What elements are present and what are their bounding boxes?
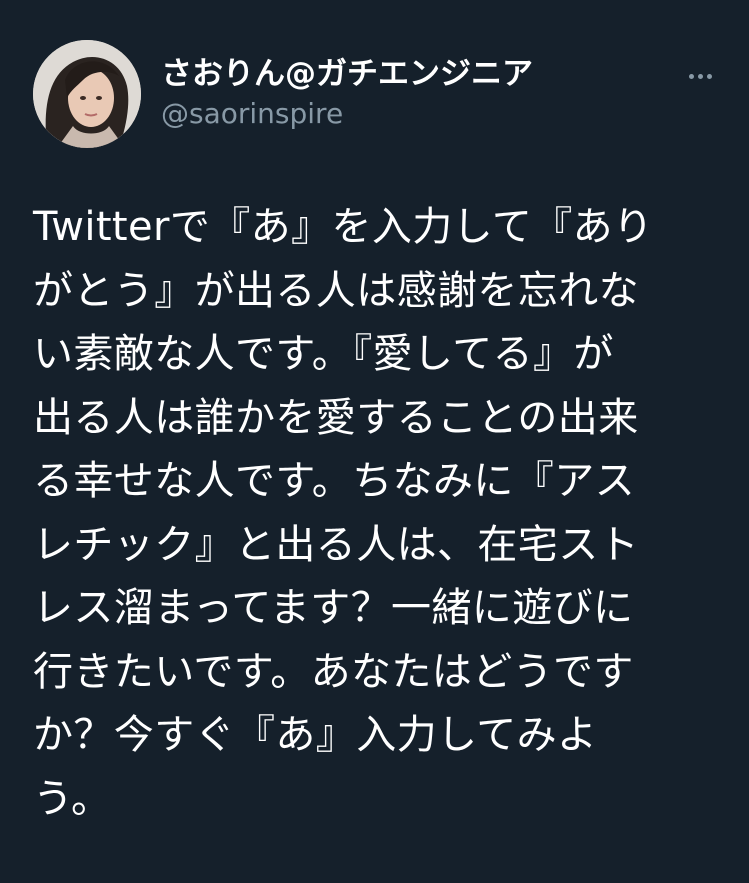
more-dots-icon[interactable] [684, 60, 716, 92]
tweet-text: Twitterで『あ』を入力して『あり がとう』が出る人は感謝を忘れな い素敵な… [33, 196, 723, 831]
tweet-line: い素敵な人です。『愛してる』が [33, 331, 614, 377]
username[interactable]: @saorinspire [161, 97, 533, 131]
tweet-line: 出る人は誰かを愛することの出来 [33, 394, 639, 441]
tweet-line: 行きたいです。あなたはどうです [33, 648, 634, 695]
tweet-line: がとう』が出る人は感謝を忘れな [33, 267, 639, 314]
dot [688, 73, 694, 79]
tweet-line: Twitterで『あ』を入力して『あり [33, 204, 654, 250]
display-name[interactable]: さおりん@ガチエンジニア [161, 55, 533, 93]
user-info[interactable]: さおりん@ガチエンジニア @saorinspire [161, 55, 533, 131]
tweet-line: る幸せな人です。ちなみに『アス [33, 458, 635, 504]
tweet-card: さおりん@ガチエンジニア @saorinspire Twitterで『あ』を入力… [0, 0, 749, 883]
tweet-line: レチック』と出る人は、在宅スト [33, 521, 639, 568]
dot [706, 73, 712, 79]
avatar-image [33, 40, 141, 148]
dot [697, 73, 703, 79]
tweet-line: レス溜まってます？一緒に遊びに [33, 585, 634, 631]
tweet-line: う。 [33, 775, 112, 822]
avatar[interactable] [33, 40, 141, 148]
tweet-line: か？今すぐ『あ』入力してみよ [33, 712, 598, 758]
